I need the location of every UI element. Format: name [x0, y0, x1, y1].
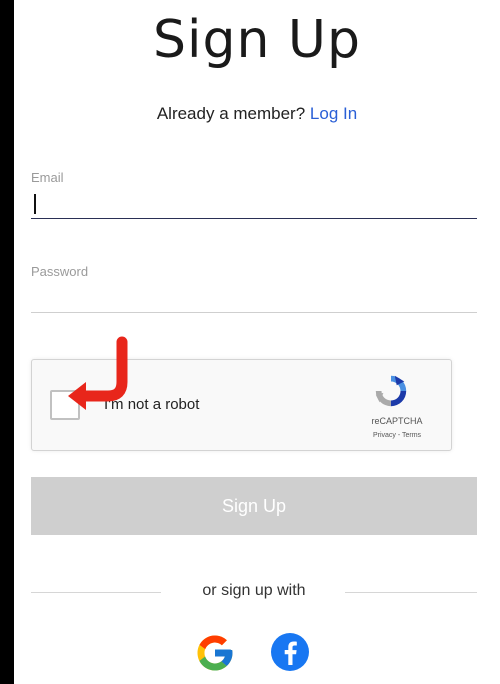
recaptcha-terms-link[interactable]: Privacy - Terms — [352, 432, 442, 439]
recaptcha-logo-icon — [375, 375, 407, 407]
signup-card: Sign Up Already a member? Log In Email P… — [14, 0, 500, 684]
sign-up-button[interactable]: Sign Up — [31, 477, 477, 535]
page-title: Sign Up — [152, 10, 362, 70]
password-label: Password — [31, 264, 89, 279]
divider-right — [345, 592, 477, 593]
email-field[interactable] — [31, 190, 477, 219]
or-sign-up-with-text: or sign up with — [202, 582, 306, 599]
already-member-line: Already a member? Log In — [14, 104, 500, 124]
recaptcha-brand-text: reCAPTCHA — [371, 416, 423, 426]
google-icon[interactable] — [194, 632, 236, 674]
email-label: Email — [31, 170, 64, 185]
text-caret — [34, 194, 36, 214]
login-link[interactable]: Log In — [310, 104, 357, 123]
red-arrow-annotation-icon — [68, 336, 128, 410]
facebook-icon[interactable] — [270, 632, 310, 672]
password-field[interactable] — [31, 284, 477, 313]
already-member-text: Already a member? — [156, 104, 306, 123]
